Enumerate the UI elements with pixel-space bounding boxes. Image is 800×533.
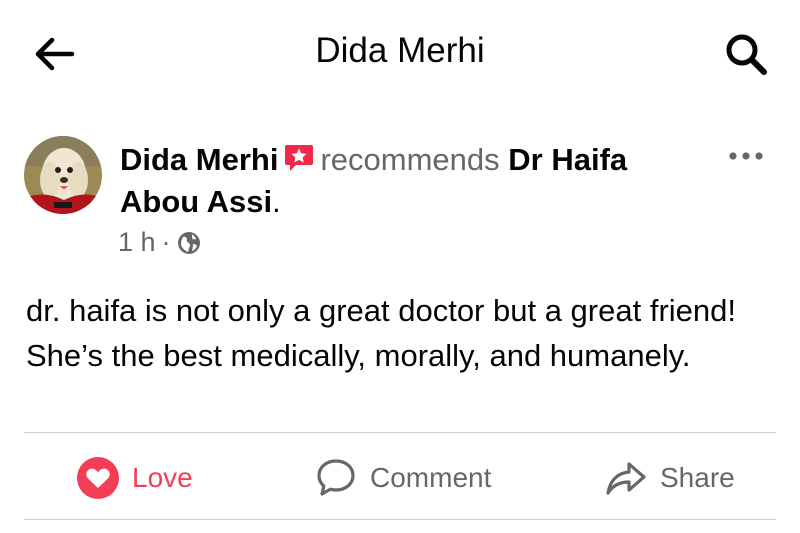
more-horizontal-icon xyxy=(729,152,763,160)
more-options-button[interactable] xyxy=(728,148,764,164)
comment-label: Comment xyxy=(370,462,492,493)
avatar[interactable] xyxy=(24,136,102,214)
divider xyxy=(24,432,776,433)
love-reaction-icon xyxy=(77,457,119,499)
page-title: Dida Merhi xyxy=(315,31,485,70)
share-icon xyxy=(606,462,646,495)
love-label: Love xyxy=(132,462,193,493)
author-name[interactable]: Dida Merhi xyxy=(120,142,278,177)
bottom-divider xyxy=(24,519,776,520)
action-bar: Love Comment Share xyxy=(0,440,800,516)
dog-avatar-image xyxy=(24,136,102,214)
post-header: Dida Merhi recommends Dr Haifa Abou Assi… xyxy=(120,139,700,223)
share-button[interactable]: Share xyxy=(604,456,735,500)
comment-icon xyxy=(317,459,355,496)
search-button[interactable] xyxy=(722,30,770,78)
post-page: Dida Merhi Dida Merhi recommends Dr Haif… xyxy=(0,0,800,533)
recommends-text: recommends xyxy=(320,142,500,177)
post-text: dr. haifa is not only a great doctor but… xyxy=(26,293,736,373)
top-bar: Dida Merhi xyxy=(0,0,800,105)
recommend-star-icon xyxy=(285,145,314,171)
share-label: Share xyxy=(660,462,735,493)
comment-button[interactable]: Comment xyxy=(314,456,491,500)
globe-icon xyxy=(177,231,200,254)
post-meta: 1 h · xyxy=(118,227,201,258)
period: . xyxy=(272,184,281,219)
separator-dot: · xyxy=(161,227,171,257)
timestamp[interactable]: 1 h xyxy=(118,227,156,258)
love-button[interactable]: Love xyxy=(76,456,193,500)
search-icon xyxy=(726,34,767,75)
